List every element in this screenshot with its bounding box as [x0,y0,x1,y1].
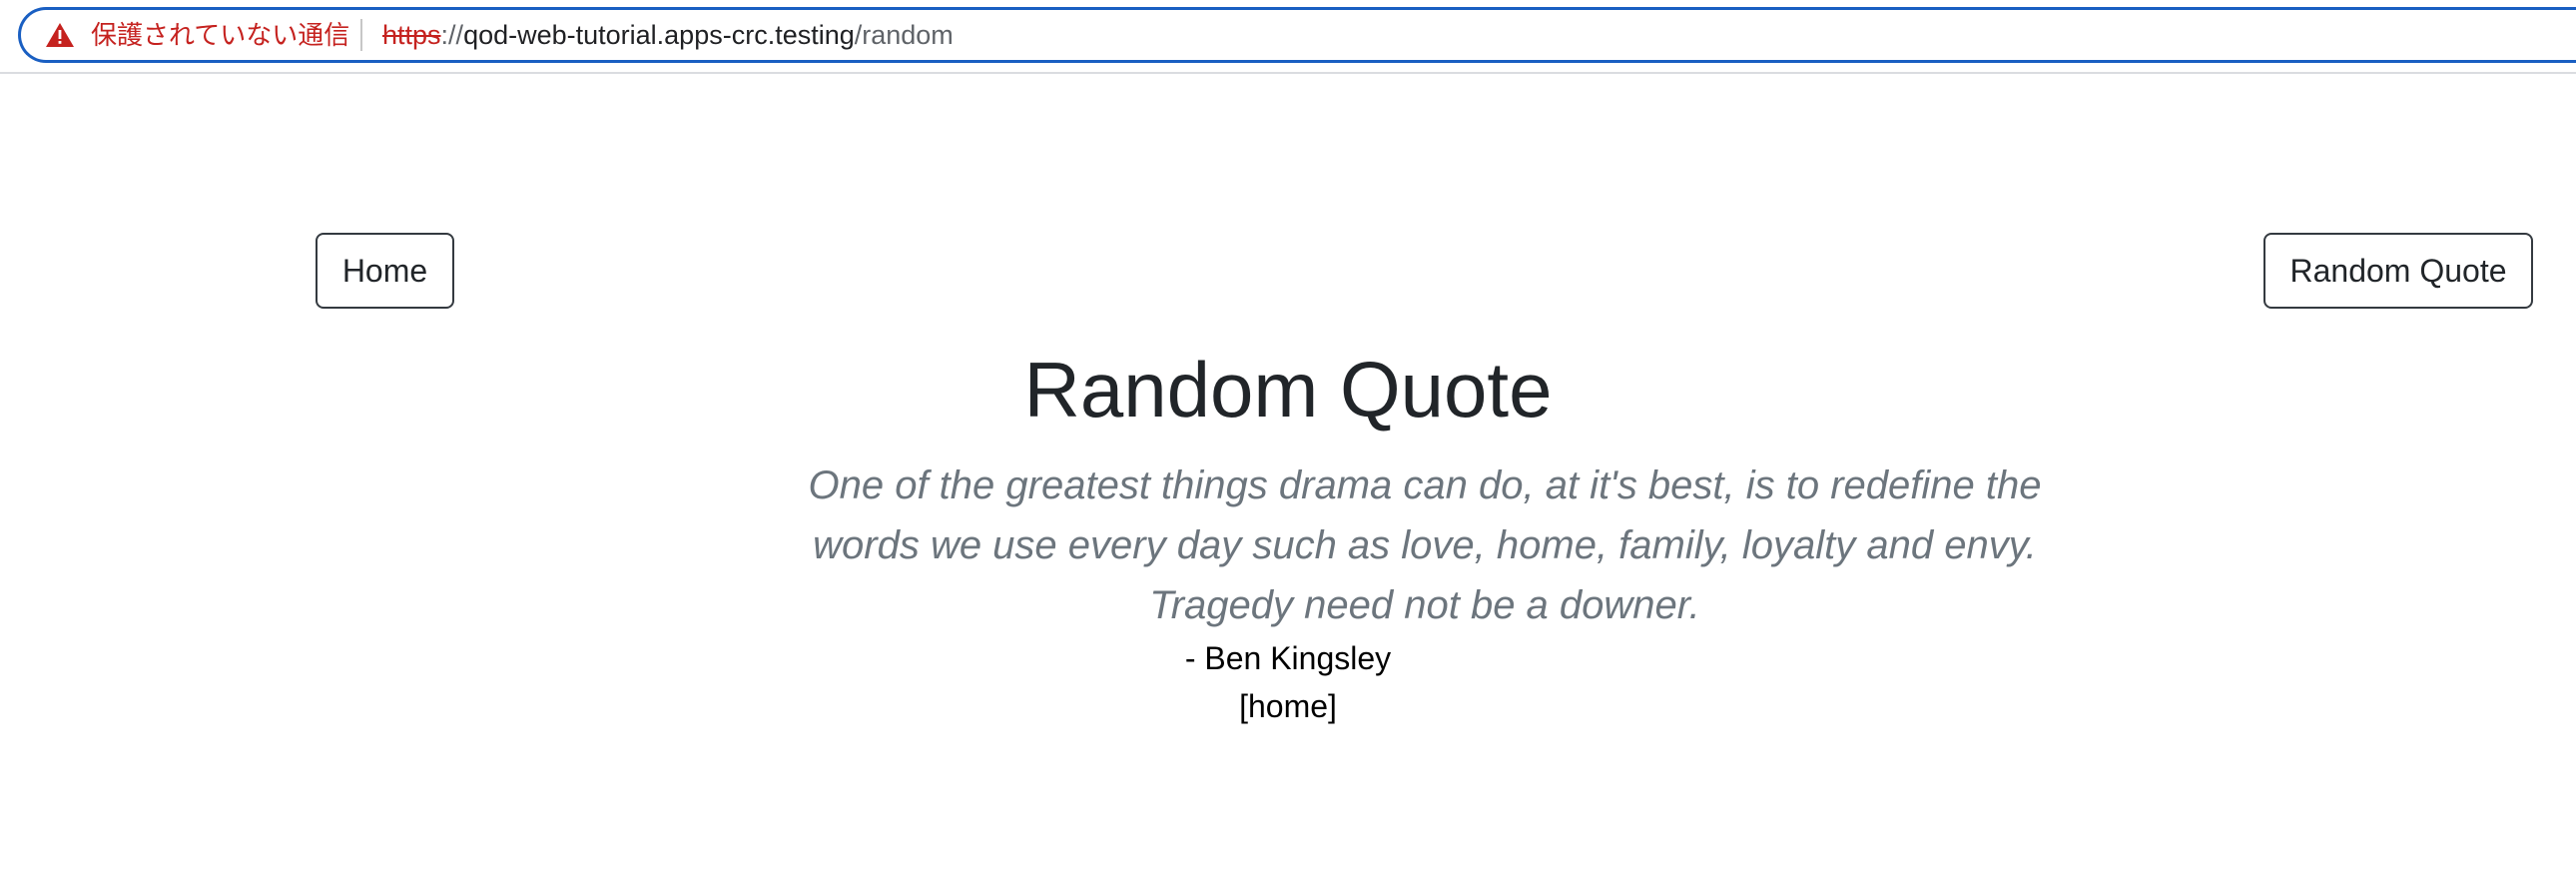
toolbar-bottom-border [0,72,2576,74]
address-bar[interactable]: 保護されていない通信 https://qod-web-tutorial.apps… [18,7,2576,63]
home-link-container: [home] [0,685,2576,727]
url-scheme: https [382,20,441,50]
home-link[interactable]: [home] [1239,688,1337,724]
url-host: qod-web-tutorial.apps-crc.testing [463,20,855,50]
page-title: Random Quote [1023,346,1553,434]
address-bar-divider [360,19,362,51]
security-warning-label[interactable]: 保護されていない通信 [91,20,349,50]
url-text[interactable]: https://qod-web-tutorial.apps-crc.testin… [382,20,954,50]
quote-author: - Ben Kingsley [1184,640,1392,676]
url-path: /random [854,20,954,50]
url-separator: :// [440,20,464,50]
random-quote-button[interactable]: Random Quote [2263,233,2533,309]
warning-triangle-icon[interactable] [45,22,75,48]
quote-text: One of the greatest things drama can do,… [808,463,2042,627]
home-button[interactable]: Home [316,233,454,309]
